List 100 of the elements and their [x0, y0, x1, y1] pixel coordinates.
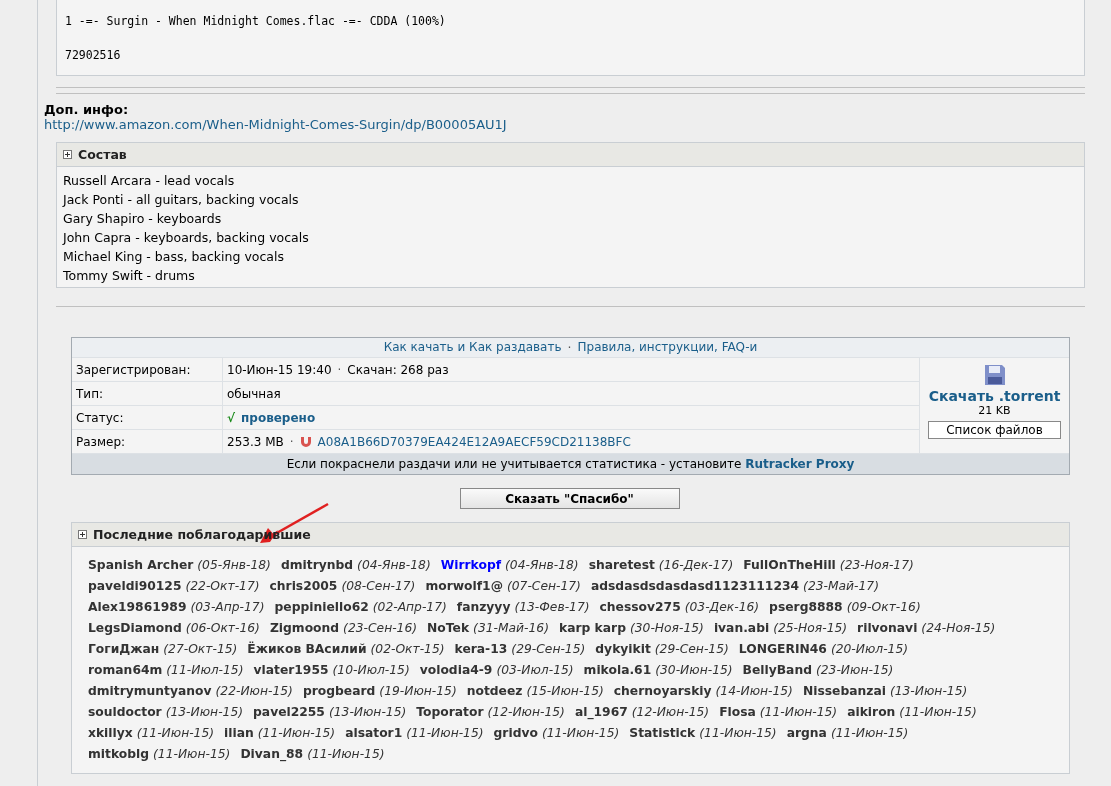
user-link[interactable]: dmitrynbd [280, 555, 354, 576]
code-line: 1 -=- Surgin - When Midnight Comes.flac -=- CDDA (100%) [65, 14, 447, 28]
user-link[interactable]: chessov275 [599, 597, 681, 618]
user-link[interactable]: gridvo [493, 723, 538, 744]
thanks-date: (25-Ноя-15) [773, 620, 848, 637]
user-link[interactable]: roman64m [88, 660, 163, 681]
user-link[interactable]: Nissebanzai [802, 681, 886, 702]
proxy-notice: Если покраснели раздачи или не учитывается статистика - установите Rutracker Proxy [72, 454, 1069, 474]
member-line: John Capra - keyboards, backing vocals [63, 229, 310, 247]
floppy-icon[interactable] [983, 364, 1006, 386]
user-link[interactable]: BellyBand [742, 660, 812, 681]
thanks-date: (23-Июн-15) [815, 662, 894, 679]
thanks-date: (16-Дек-17) [658, 557, 734, 574]
user-link[interactable]: karp karp [559, 618, 626, 639]
magnet-icon[interactable] [299, 435, 312, 448]
magnet-link[interactable]: A08A1B66D70379EA424E12A9AECF59CD21138BFC [317, 434, 631, 449]
thanks-date: (19-Июн-15) [379, 683, 457, 700]
status-value: проверено [241, 410, 316, 425]
thanks-date: (31-Май-16) [473, 620, 549, 637]
user-link[interactable]: pserg8888 [769, 597, 843, 618]
user-link[interactable]: argna [786, 723, 827, 744]
file-size: 21 KB [978, 404, 1011, 417]
thanks-date: (13-Июн-15) [889, 683, 968, 700]
user-link[interactable]: LONGERIN46 [738, 639, 827, 660]
thanks-date: (11-Июн-15) [699, 725, 777, 742]
proxy-link[interactable]: Rutracker Proxy [745, 457, 855, 471]
user-link[interactable]: Alex19861989 [88, 597, 187, 618]
user-link[interactable]: sharetest [588, 555, 655, 576]
download-link[interactable]: Скачать .torrent [928, 388, 1061, 404]
thanks-date: (03-Апр-17) [190, 599, 265, 616]
user-link[interactable]: morwolf1@ [425, 576, 503, 597]
thanks-date: (08-Сен-17) [341, 578, 416, 595]
thanks-date: (04-Янв-18) [357, 557, 431, 574]
user-link[interactable]: ГогиДжан [88, 639, 160, 660]
thanks-date: (07-Сен-17) [506, 578, 581, 595]
thanks-date: (29-Сен-15) [511, 641, 586, 658]
thanks-date: (09-Окт-16) [846, 599, 921, 616]
user-link[interactable]: paveldi90125 [88, 576, 182, 597]
user-link[interactable]: notdeez [466, 681, 523, 702]
user-link[interactable]: vlater1955 [253, 660, 329, 681]
member-line: Tommy Swift - drums [63, 267, 196, 285]
user-link[interactable]: Toporator [416, 702, 484, 723]
user-link[interactable]: al_1967 [574, 702, 628, 723]
thanks-date: (05-Янв-18) [197, 557, 271, 574]
user-link[interactable]: xkillyx [88, 723, 133, 744]
user-link[interactable]: adsdasdsdasdasd1123111234 [590, 576, 800, 597]
info-link[interactable]: http://www.amazon.com/When-Midnight-Comes-Surgin/dp/B00005AU1J [44, 117, 507, 132]
user-link[interactable]: dykyikit [595, 639, 651, 660]
user-link[interactable]: pavel2255 [253, 702, 325, 723]
user-link[interactable]: FullOnTheHill [743, 555, 836, 576]
user-link[interactable]: peppiniello62 [274, 597, 369, 618]
user-link[interactable]: volodia4-9 [419, 660, 493, 681]
user-link[interactable]: NoTek [427, 618, 470, 639]
user-link[interactable]: chris2005 [269, 576, 338, 597]
thanks-date: (02-Апр-17) [372, 599, 447, 616]
user-link[interactable]: ivan.abi [713, 618, 770, 639]
user-link[interactable]: dmitrymuntyanov [88, 681, 212, 702]
thanks-date: (14-Июн-15) [715, 683, 793, 700]
user-link[interactable]: progbeard [302, 681, 376, 702]
user-link[interactable]: Divan_88 [240, 744, 304, 765]
thanks-date: (30-Июн-15) [655, 662, 733, 679]
user-link[interactable]: Zigmoond [269, 618, 340, 639]
member-line: Jack Ponti - all guitars, backing vocals [63, 191, 300, 209]
thanks-date: (11-Июн-15) [136, 725, 215, 742]
user-link[interactable]: LegsDiamond [88, 618, 182, 639]
download-count: Скачан: 268 раз [347, 362, 449, 377]
thanks-date: (11-Июн-15) [899, 704, 977, 721]
expand-icon[interactable] [78, 530, 87, 539]
user-link[interactable]: mikola.61 [583, 660, 652, 681]
field-label: Статус: [72, 406, 222, 429]
help-link[interactable]: Правила, инструкции, FAQ-и [577, 340, 758, 355]
user-link[interactable]: ilian [224, 723, 254, 744]
thanks-date: (11-Июн-15) [830, 725, 909, 742]
user-link[interactable]: Ёжиков ВАсилий [247, 639, 367, 660]
thanks-date: (13-Фев-17) [514, 599, 590, 616]
user-link[interactable]: Statistick [629, 723, 696, 744]
user-link[interactable]: Spanish Archer [88, 555, 194, 576]
file-list-button[interactable]: Список файлов [928, 421, 1061, 439]
expand-icon[interactable] [63, 150, 72, 159]
thanks-date: (15-Июн-15) [526, 683, 604, 700]
user-link[interactable]: kera-13 [454, 639, 508, 660]
section-label: Доп. инфо: [44, 102, 130, 117]
user-link[interactable]: souldoctor [88, 702, 162, 723]
user-link[interactable]: mitkoblg [88, 744, 150, 765]
user-link[interactable]: fanzyyy [456, 597, 511, 618]
code-line: 72902516 [65, 48, 122, 62]
user-link[interactable]: aikiron [847, 702, 896, 723]
thanks-date: (13-Июн-15) [165, 704, 244, 721]
user-link[interactable]: Wirrkopf [440, 555, 502, 576]
panel-title[interactable]: Состав [78, 147, 127, 162]
help-link[interactable]: Как качать и Как раздавать [383, 340, 562, 355]
thanks-date: (10-Июл-15) [332, 662, 410, 679]
user-link[interactable]: alsator1 [345, 723, 403, 744]
user-link[interactable]: rilvonavi [857, 618, 918, 639]
user-link[interactable]: chernoyarskiy [613, 681, 712, 702]
thanks-button[interactable]: Сказать "Спасибо" [459, 488, 680, 509]
check-icon: √ [227, 410, 235, 425]
field-label: Тип: [72, 382, 222, 405]
member-line: Michael King - bass, backing vocals [63, 248, 285, 266]
user-link[interactable]: Flosa [719, 702, 756, 723]
